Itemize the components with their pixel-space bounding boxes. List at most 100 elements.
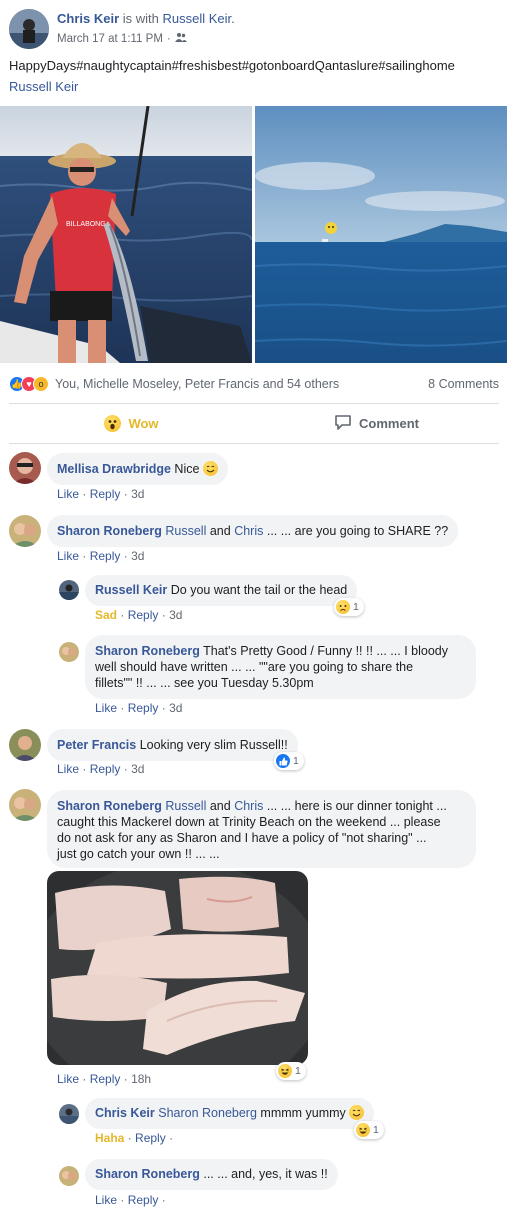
reply-link[interactable]: Reply	[90, 549, 121, 563]
commenter-name[interactable]: Sharon Roneberg	[95, 644, 200, 658]
reply-link[interactable]: Reply	[90, 762, 121, 776]
comment-actions: Like · Reply · 3d	[57, 549, 144, 563]
friends-icon[interactable]	[174, 32, 187, 45]
separator-dot: ·	[169, 1131, 174, 1145]
sad-reaction-link[interactable]: Sad	[95, 608, 117, 622]
mention-tag[interactable]: Chris	[234, 799, 263, 813]
comment-text: and	[209, 524, 231, 538]
reply-link[interactable]: Reply	[135, 1131, 166, 1145]
like-link[interactable]: Like	[57, 762, 79, 776]
comment-time[interactable]: 18h	[131, 1072, 151, 1086]
comment-time[interactable]: 3d	[131, 487, 144, 501]
commenter-name[interactable]: Sharon Roneberg	[57, 799, 162, 813]
separator-dot: ·	[161, 608, 166, 622]
comment-label: Comment	[359, 415, 419, 431]
haha-reaction-link[interactable]: Haha	[95, 1131, 124, 1145]
post-photo-sea[interactable]	[255, 106, 507, 363]
comment-bubble: Mellisa Drawbridge Nice	[47, 453, 228, 485]
reaction-icons[interactable]: 👍 ♥ o	[9, 376, 49, 392]
reply-link[interactable]: Reply	[90, 1072, 121, 1086]
wow-icon: o	[33, 376, 49, 392]
reply-link[interactable]: Reply	[128, 701, 159, 715]
like-link[interactable]: Like	[95, 701, 117, 715]
separator-dot: ·	[161, 1193, 166, 1207]
reaction-badge[interactable]: 1	[334, 598, 364, 616]
comment-time[interactable]: 3d	[169, 608, 182, 622]
comment-time[interactable]: 3d	[131, 549, 144, 563]
comment-text: Do you want the tail or the head	[170, 583, 348, 597]
reply-avatar[interactable]	[59, 1166, 79, 1186]
reply-link[interactable]: Reply	[128, 608, 159, 622]
commenter-avatar[interactable]	[9, 789, 41, 821]
comment-actions: Like · Reply · 3d	[95, 701, 182, 715]
separator-dot: ·	[82, 549, 87, 563]
reactions-summary: 👍 ♥ o You, Michelle Moseley, Peter Franc…	[9, 373, 499, 395]
separator-dot: ·	[123, 1072, 128, 1086]
comment-actions: Like · Reply · 3d	[57, 762, 144, 776]
comment-actions: Like · Reply ·	[95, 1193, 166, 1207]
comments-count[interactable]: 8 Comments	[428, 377, 499, 391]
post-tagged-user[interactable]: Russell Keir.	[163, 11, 235, 26]
comment-actions: Haha · Reply ·	[95, 1131, 173, 1145]
separator-dot: ·	[120, 701, 125, 715]
mention-tag[interactable]: Russell	[165, 799, 206, 813]
smile-emoji-icon	[349, 1105, 365, 1120]
separator-dot: ·	[123, 549, 128, 563]
like-link[interactable]: Like	[57, 549, 79, 563]
mention-tag[interactable]: Russell	[165, 524, 206, 538]
commenter-avatar[interactable]	[9, 452, 41, 484]
comment-bubble: Sharon Roneberg Russell and Chris ... ..…	[47, 515, 459, 547]
comment-time[interactable]: 3d	[131, 762, 144, 776]
commenter-name[interactable]: Sharon Roneberg	[95, 1167, 200, 1181]
comment-bubble: Peter Francis Looking very slim Russell!…	[47, 729, 298, 761]
reaction-badge[interactable]: 1	[274, 752, 304, 770]
post-author-name[interactable]: Chris Keir	[57, 11, 119, 26]
comment-time[interactable]: 3d	[169, 701, 182, 715]
post-tag-link[interactable]: Russell Keir	[9, 79, 78, 94]
comment-text: fillets"" !! ... ... see you Tuesday 5.3…	[95, 676, 314, 690]
comment-text: ... ... are you going to SHARE ??	[266, 524, 449, 538]
reaction-badge[interactable]: 1	[354, 1121, 384, 1139]
reply-avatar[interactable]	[59, 1104, 79, 1124]
post-photo-fisherman[interactable]: BILLABONG	[0, 106, 252, 363]
like-link[interactable]: Like	[95, 1193, 117, 1207]
commenter-avatar[interactable]	[9, 515, 41, 547]
reply-avatar[interactable]	[59, 580, 79, 600]
comment-text: Nice	[174, 462, 200, 476]
haha-face-icon	[278, 1064, 292, 1078]
comment-text: ... ... here is our dinner tonight ...	[266, 799, 447, 813]
divider	[9, 443, 499, 444]
mention-tag[interactable]: Chris	[234, 524, 263, 538]
like-link[interactable]: Like	[57, 487, 79, 501]
reaction-count: 1	[353, 601, 359, 613]
post-author-avatar[interactable]	[9, 9, 49, 49]
commenter-name[interactable]: Mellisa Drawbridge	[57, 462, 171, 476]
post-timestamp[interactable]: March 17 at 1:11 PM	[57, 33, 163, 45]
comment-photo-fish-fillets[interactable]	[47, 871, 308, 1065]
commenter-avatar[interactable]	[9, 729, 41, 761]
commenter-name[interactable]: Peter Francis	[57, 738, 136, 752]
comment-icon	[334, 413, 352, 434]
comment-button[interactable]: Comment	[254, 407, 499, 439]
commenter-name[interactable]: Sharon Roneberg	[57, 524, 162, 538]
comment-bubble: Sharon Roneberg Russell and Chris ... ..…	[47, 790, 476, 868]
reply-link[interactable]: Reply	[128, 1193, 159, 1207]
like-icon	[276, 754, 290, 768]
mention-tag[interactable]: Sharon Roneberg	[158, 1106, 257, 1120]
reply-bubble: Chris Keir Sharon Roneberg mmmm yummy	[85, 1098, 375, 1129]
wow-reaction-button[interactable]: Wow	[9, 407, 254, 439]
commenter-name[interactable]: Chris Keir	[95, 1106, 155, 1120]
reply-link[interactable]: Reply	[90, 487, 121, 501]
like-link[interactable]: Like	[57, 1072, 79, 1086]
comment-text: ... ... and, yes, it was !!	[203, 1167, 328, 1181]
separator-dot: ·	[123, 762, 128, 776]
separator-dot: ·	[82, 1072, 87, 1086]
reply-avatar[interactable]	[59, 642, 79, 662]
reactions-people[interactable]: You, Michelle Moseley, Peter Francis and…	[55, 377, 339, 391]
comment-text: well should have written ... ... ""are y…	[95, 660, 414, 674]
post-action-bar: Wow Comment	[9, 407, 499, 439]
reaction-badge[interactable]: 1	[276, 1062, 306, 1080]
commenter-name[interactable]: Russell Keir	[95, 583, 167, 597]
divider	[9, 403, 499, 404]
comment-actions: Sad · Reply · 3d	[95, 608, 182, 622]
